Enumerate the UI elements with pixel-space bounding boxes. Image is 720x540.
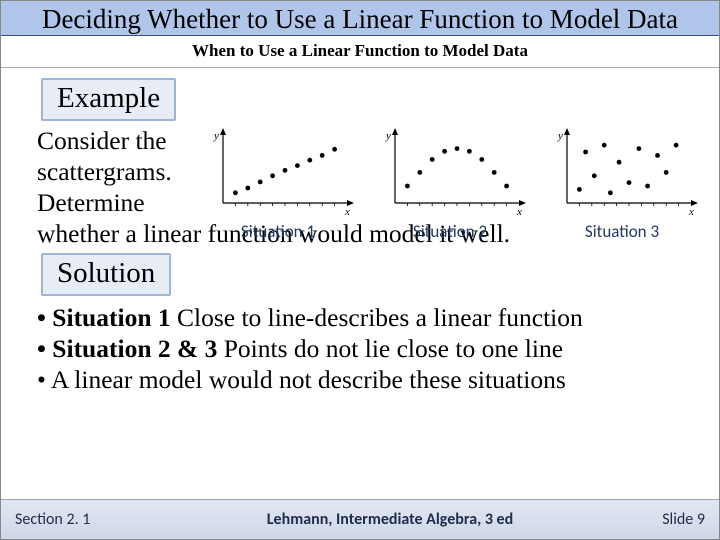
scatter-plot-3: yx — [545, 127, 699, 219]
scatter-label-1: Situation 1 — [201, 221, 355, 242]
solution-heading: Solution — [41, 253, 171, 295]
scatter-plot-1: yx — [201, 127, 355, 219]
footer-citation: Lehmann, Intermediate Algebra, 3 ed — [181, 510, 599, 529]
intro-line-3: Determine — [37, 187, 217, 218]
svg-text:y: y — [213, 130, 219, 142]
scatter-cell-1: yx Situation 1 — [201, 127, 355, 242]
intro-line-1: Consider the — [37, 125, 217, 156]
svg-text:x: x — [344, 206, 350, 218]
slide-subtitle: When to Use a Linear Function to Model D… — [1, 36, 719, 68]
scatter-cell-3: yx Situation 3 — [545, 127, 699, 242]
example-heading: Example — [41, 78, 176, 120]
slide-title: Deciding Whether to Use a Linear Functio… — [11, 5, 709, 33]
scatter-cell-2: yx Situation 2 — [373, 127, 527, 242]
scatter-row: yx Situation 1 yx Situation 2 yx Situati… — [201, 127, 699, 242]
title-bar: Deciding Whether to Use a Linear Functio… — [1, 1, 719, 36]
svg-text:y: y — [557, 130, 563, 142]
footer-section: Section 2. 1 — [1, 510, 181, 529]
bullet-1: • Situation 1 Close to line-describes a … — [37, 302, 697, 333]
bullet-2-rest: Points do not lie close to one line — [217, 334, 563, 363]
intro-line-2: scattergrams. — [37, 156, 217, 187]
svg-text:x: x — [516, 206, 522, 218]
bullet-1-rest: Close to line-describes a linear functio… — [171, 303, 583, 332]
bullet-list: • Situation 1 Close to line-describes a … — [37, 302, 697, 395]
slide: Deciding Whether to Use a Linear Functio… — [0, 0, 720, 540]
bullet-1-bold: • Situation 1 — [37, 303, 171, 332]
footer: Section 2. 1 Lehmann, Intermediate Algeb… — [1, 499, 719, 539]
bullet-2: • Situation 2 & 3 Points do not lie clos… — [37, 333, 697, 364]
bullet-3: • A linear model would not describe thes… — [37, 364, 697, 395]
svg-text:x: x — [688, 206, 694, 218]
scatter-plot-2: yx — [373, 127, 527, 219]
footer-slide-number: Slide 9 — [599, 510, 719, 529]
scatter-label-2: Situation 2 — [373, 221, 527, 242]
scatter-label-3: Situation 3 — [545, 221, 699, 242]
svg-text:y: y — [385, 130, 391, 142]
bullet-2-bold: • Situation 2 & 3 — [37, 334, 217, 363]
